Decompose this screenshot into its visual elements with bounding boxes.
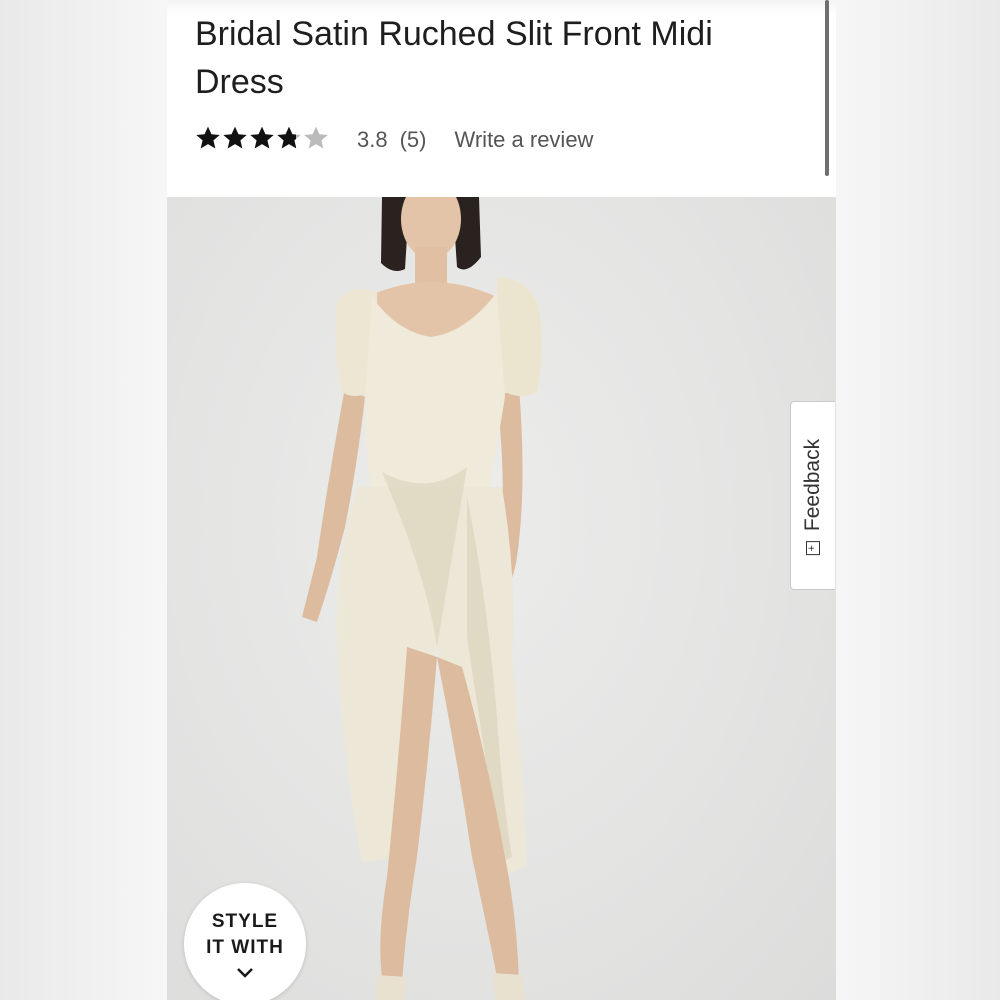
style-it-with-button[interactable]: STYLE IT WITH xyxy=(184,883,306,1000)
star-icon xyxy=(250,126,274,149)
star-icon xyxy=(196,126,220,149)
product-image[interactable] xyxy=(167,179,836,1000)
style-label-line2: IT WITH xyxy=(206,937,284,958)
chevron-down-icon xyxy=(237,968,253,978)
feedback-tab[interactable]: + Feedback xyxy=(790,401,835,590)
product-panel: Bridal Satin Ruched Slit Front Midi Dres… xyxy=(167,0,836,1000)
rating-row: 3.8 (5) Write a review xyxy=(195,120,593,160)
feedback-label: Feedback xyxy=(801,438,824,532)
write-review-link[interactable]: Write a review xyxy=(454,127,593,153)
review-count[interactable]: (5) xyxy=(400,127,427,153)
scrollbar[interactable] xyxy=(825,0,829,176)
product-title: Bridal Satin Ruched Slit Front Midi Dres… xyxy=(195,15,713,101)
feedback-plus-icon: + xyxy=(806,541,820,556)
star-icon xyxy=(277,126,301,149)
rating-value: 3.8 xyxy=(357,127,388,152)
style-label-line1: STYLE xyxy=(211,911,279,932)
star-icon xyxy=(223,126,247,149)
star-empty-icon xyxy=(304,126,328,149)
star-rating[interactable] xyxy=(195,125,329,155)
model-dress-illustration xyxy=(302,179,542,1000)
